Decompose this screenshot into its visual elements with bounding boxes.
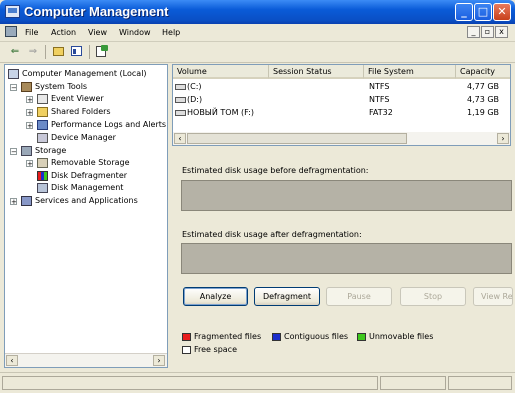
- show-hide-tree-icon[interactable]: [70, 45, 84, 58]
- drive-icon: [175, 97, 186, 103]
- menu-view[interactable]: View: [88, 28, 107, 37]
- tree-disk-defragmenter[interactable]: Disk Defragmenter: [51, 171, 127, 181]
- forward-arrow-icon[interactable]: ⇒: [26, 45, 40, 58]
- tree-system-tools[interactable]: System Tools: [35, 82, 87, 92]
- collapse-icon[interactable]: −: [10, 148, 17, 156]
- stop-button[interactable]: Stop: [400, 287, 466, 306]
- volume-file-system: FAT32: [369, 108, 393, 117]
- expand-icon[interactable]: +: [10, 198, 17, 206]
- console-tree: Computer Management (Local) − System Too…: [4, 64, 168, 368]
- tree-disk-management[interactable]: Disk Management: [51, 183, 123, 193]
- shared-folder-icon: [37, 107, 48, 117]
- status-bar: [0, 372, 515, 393]
- volume-capacity: 4,73 GB: [467, 95, 500, 104]
- close-button[interactable]: ✕: [493, 3, 511, 21]
- scroll-thumb[interactable]: [187, 133, 407, 144]
- before-defrag-label: Estimated disk usage before defragmentat…: [182, 166, 369, 175]
- volume-file-system: NTFS: [369, 95, 390, 104]
- volume-capacity: 4,77 GB: [467, 82, 500, 91]
- menu-window[interactable]: Window: [119, 28, 151, 37]
- scroll-left-arrow-icon[interactable]: ‹: [6, 355, 18, 366]
- toolbar: ⇐ ⇒: [0, 42, 515, 63]
- tree-performance-logs[interactable]: Performance Logs and Alerts: [51, 120, 166, 130]
- unmovable-legend-label: Unmovable files: [369, 332, 434, 341]
- menu-help[interactable]: Help: [162, 28, 180, 37]
- defragment-button[interactable]: Defragment: [254, 287, 320, 306]
- contiguous-legend-label: Contiguous files: [284, 332, 349, 341]
- column-header-session-status[interactable]: Session Status: [269, 65, 364, 79]
- volume-name: (C:): [187, 82, 202, 91]
- column-header-capacity[interactable]: Capacity: [456, 65, 510, 79]
- volume-name: (D:): [187, 95, 203, 104]
- computer-management-icon: [5, 5, 20, 18]
- status-panel: [380, 376, 446, 390]
- column-header-file-system[interactable]: File System: [364, 65, 456, 79]
- toolbar-separator: [45, 45, 46, 59]
- tools-icon: [21, 82, 32, 92]
- expand-icon[interactable]: +: [26, 109, 33, 117]
- analyze-button[interactable]: Analyze: [183, 287, 248, 306]
- scroll-right-arrow-icon[interactable]: ›: [153, 355, 165, 366]
- up-folder-icon[interactable]: [52, 45, 66, 58]
- removable-storage-icon: [37, 158, 48, 168]
- status-panel: [448, 376, 512, 390]
- after-defrag-label: Estimated disk usage after defragmentati…: [182, 230, 362, 239]
- before-defrag-graph: [181, 180, 512, 211]
- tree-shared-folders[interactable]: Shared Folders: [51, 107, 111, 117]
- title-bar[interactable]: Computer Management _ □ ✕: [0, 0, 515, 24]
- fragmented-legend-label: Fragmented files: [194, 332, 262, 341]
- disk-defragmenter-icon: [37, 171, 48, 181]
- volume-list: Volume Session Status File System Capaci…: [172, 64, 511, 146]
- collapse-icon[interactable]: −: [10, 84, 17, 92]
- computer-icon: [8, 69, 19, 79]
- maximize-button[interactable]: □: [474, 3, 492, 21]
- tree-removable-storage[interactable]: Removable Storage: [51, 158, 130, 168]
- child-minimize-button[interactable]: _: [467, 26, 480, 38]
- tree-horizontal-scrollbar[interactable]: ‹ ›: [5, 353, 167, 367]
- expand-icon[interactable]: +: [26, 96, 33, 104]
- tree-computer-management[interactable]: Computer Management (Local): [22, 69, 147, 79]
- status-panel: [2, 376, 378, 390]
- drive-icon: [175, 110, 186, 116]
- child-close-button[interactable]: x: [495, 26, 508, 38]
- performance-icon: [37, 120, 48, 130]
- free-space-legend-label: Free space: [194, 345, 237, 354]
- disk-management-icon: [37, 183, 48, 193]
- view-report-button[interactable]: View Report: [473, 287, 513, 306]
- column-header-volume[interactable]: Volume: [173, 65, 269, 79]
- menu-bar: File Action View Window Help _ ▫ x: [0, 24, 515, 42]
- volume-name: НОВЫЙ ТОМ (F:): [187, 108, 254, 117]
- free-space-swatch: [182, 346, 191, 354]
- child-restore-button[interactable]: ▫: [481, 26, 494, 38]
- menu-file[interactable]: File: [25, 28, 38, 37]
- pause-button[interactable]: Pause: [326, 287, 392, 306]
- device-manager-icon: [37, 133, 48, 143]
- menu-action[interactable]: Action: [51, 28, 76, 37]
- minimize-button[interactable]: _: [455, 3, 473, 21]
- tree-services-applications[interactable]: Services and Applications: [35, 196, 138, 206]
- drive-icon: [175, 84, 186, 90]
- scroll-left-arrow-icon[interactable]: ‹: [174, 133, 186, 144]
- scroll-right-arrow-icon[interactable]: ›: [497, 133, 509, 144]
- console-icon[interactable]: [5, 26, 17, 37]
- unmovable-swatch: [357, 333, 366, 341]
- expand-icon[interactable]: +: [26, 122, 33, 130]
- volume-horizontal-scrollbar[interactable]: ‹ ›: [173, 132, 510, 145]
- volume-capacity: 1,19 GB: [467, 108, 500, 117]
- toolbar-separator: [89, 45, 90, 59]
- event-viewer-icon: [37, 94, 48, 104]
- contiguous-swatch: [272, 333, 281, 341]
- tree-storage[interactable]: Storage: [35, 146, 66, 156]
- volume-file-system: NTFS: [369, 82, 390, 91]
- tree-device-manager[interactable]: Device Manager: [51, 133, 116, 143]
- window-title: Computer Management: [24, 4, 169, 19]
- properties-icon[interactable]: [95, 45, 109, 58]
- expand-icon[interactable]: +: [26, 160, 33, 168]
- services-icon: [21, 196, 32, 206]
- after-defrag-graph: [181, 243, 512, 274]
- storage-icon: [21, 146, 32, 156]
- back-arrow-icon[interactable]: ⇐: [8, 45, 22, 58]
- tree-event-viewer[interactable]: Event Viewer: [51, 94, 104, 104]
- fragmented-swatch: [182, 333, 191, 341]
